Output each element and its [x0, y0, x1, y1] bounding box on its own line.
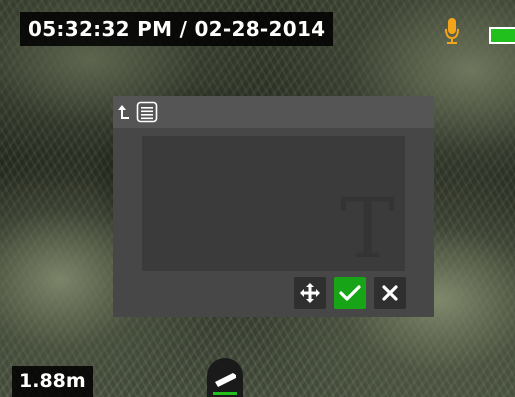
text-placeholder-glyph: T: [340, 182, 395, 277]
text-annotation-dialog: T: [113, 96, 434, 317]
return-arrow-icon[interactable]: [117, 101, 131, 123]
cancel-button[interactable]: [374, 277, 406, 309]
move-button[interactable]: [294, 277, 326, 309]
timestamp-overlay: 05:32:32 PM / 02-28-2014: [20, 12, 334, 46]
sonde-indicator: [207, 358, 243, 397]
sonde-icon: [213, 373, 237, 395]
confirm-button[interactable]: [334, 277, 366, 309]
annotation-text-area[interactable]: T: [142, 136, 405, 271]
battery-icon: [489, 27, 515, 44]
checkmark-icon: [339, 285, 361, 301]
dialog-toolbar: [113, 96, 434, 128]
microphone-icon: [445, 18, 459, 44]
close-icon: [382, 285, 398, 301]
distance-counter: 1.88m: [12, 366, 93, 397]
list-icon[interactable]: [136, 101, 158, 123]
move-arrows-icon: [300, 283, 320, 303]
